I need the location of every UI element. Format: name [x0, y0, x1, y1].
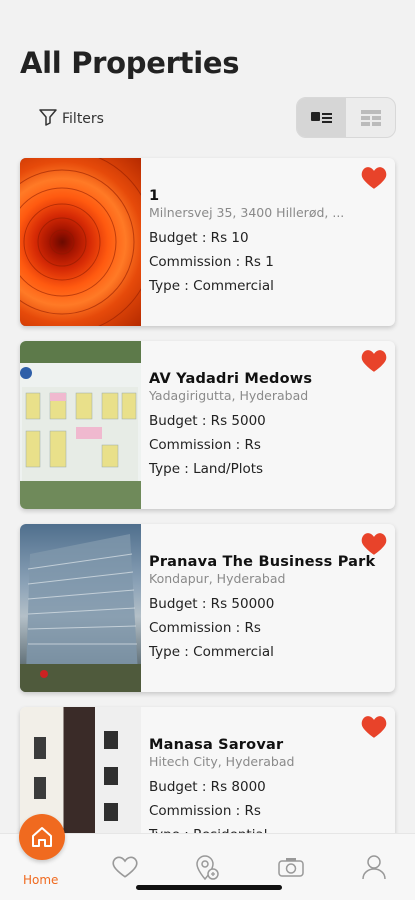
page-title: All Properties [20, 46, 240, 80]
property-budget: Budget : Rs 5000 [149, 413, 266, 429]
property-commission: Commission : Rs [149, 620, 261, 636]
list-view-icon [310, 111, 332, 123]
grid-view-icon [360, 109, 381, 126]
tab-favorites[interactable] [110, 852, 140, 882]
property-type: Type : Land/Plots [149, 461, 264, 477]
tab-profile[interactable] [359, 852, 389, 882]
heart-icon[interactable] [361, 166, 387, 190]
property-budget: Budget : Rs 8000 [149, 779, 266, 795]
property-card[interactable]: 1 Milnersvej 35, 3400 Hillerød, ... Budg… [20, 158, 395, 326]
property-budget: Budget : Rs 10 [149, 230, 249, 246]
property-name: Manasa Sarovar [149, 737, 284, 753]
property-commission: Commission : Rs [149, 437, 261, 453]
tab-locations[interactable] [192, 852, 222, 882]
property-card[interactable]: AV Yadadri Medows Yadagirigutta, Hyderab… [20, 341, 395, 509]
filters-label: Filters [62, 111, 104, 127]
property-location: Hitech City, Hyderabad [149, 754, 295, 769]
heart-icon [112, 856, 138, 878]
property-location: Milnersvej 35, 3400 Hillerød, ... [149, 205, 345, 220]
heart-icon[interactable] [361, 532, 387, 556]
property-type: Type : Commercial [149, 278, 274, 294]
property-image [20, 158, 141, 326]
tab-home-label: Home [23, 873, 59, 887]
user-icon [362, 855, 386, 880]
property-name: AV Yadadri Medows [149, 371, 313, 387]
property-name: Pranava The Business Park [149, 554, 376, 570]
property-image [20, 341, 141, 509]
list-view-button[interactable] [297, 98, 346, 137]
home-icon [32, 827, 52, 847]
property-image [20, 524, 141, 692]
home-indicator [136, 885, 282, 890]
location-pin-icon [196, 855, 219, 881]
heart-icon[interactable] [361, 715, 387, 739]
filter-icon [38, 107, 58, 131]
heart-icon[interactable] [361, 349, 387, 373]
grid-view-button[interactable] [346, 98, 395, 137]
property-location: Yadagirigutta, Hyderabad [149, 388, 309, 403]
property-list: 1 Milnersvej 35, 3400 Hillerød, ... Budg… [20, 158, 395, 890]
property-location: Kondapur, Hyderabad [149, 571, 286, 586]
tab-camera[interactable] [276, 852, 306, 882]
property-type: Type : Commercial [149, 644, 274, 660]
property-card[interactable]: Pranava The Business Park Kondapur, Hyde… [20, 524, 395, 692]
camera-icon [278, 858, 304, 877]
property-commission: Commission : Rs [149, 803, 261, 819]
property-name: 1 [149, 188, 160, 204]
view-toggle [296, 97, 396, 138]
property-commission: Commission : Rs 1 [149, 254, 274, 270]
filters-button[interactable]: Filters [38, 107, 104, 131]
property-budget: Budget : Rs 50000 [149, 596, 275, 612]
tab-home[interactable] [19, 814, 65, 860]
